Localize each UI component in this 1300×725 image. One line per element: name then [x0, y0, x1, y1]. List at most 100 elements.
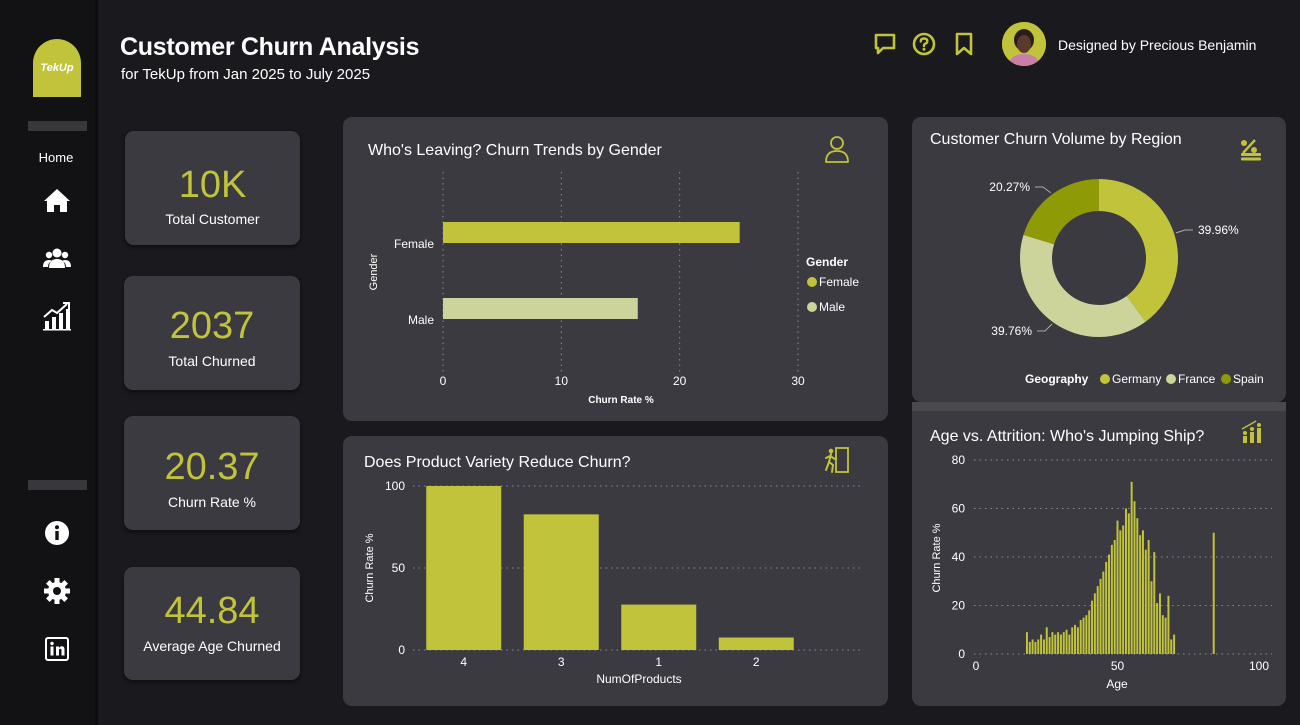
legend-label: Male [819, 300, 845, 314]
y-axis-label: Gender [368, 253, 380, 290]
legend-label: Germany [1112, 372, 1161, 386]
bar-age-60 [1144, 549, 1147, 654]
bar-age-57 [1136, 518, 1139, 654]
age-attrition-panel: Age vs. Attrition: Who's Jumping Ship? 0… [912, 411, 1286, 706]
slice-germany [1099, 179, 1178, 322]
bookmark-icon[interactable] [952, 32, 976, 56]
legend-marker [807, 302, 817, 312]
bar-age-46 [1105, 561, 1108, 654]
x-tick-label: 2 [753, 655, 760, 669]
info-icon[interactable] [40, 516, 74, 550]
designer-credit: Designed by Precious Benjamin [1058, 37, 1257, 53]
slice-france [1020, 234, 1146, 337]
bar-age-52 [1122, 525, 1125, 654]
x-tick-label: 50 [1111, 659, 1125, 673]
bar-age-54 [1127, 513, 1130, 654]
kpi-card-churn-rate: 20.37 Churn Rate % [124, 416, 300, 530]
bar-age-49 [1113, 540, 1116, 654]
legend-title: Gender [806, 255, 848, 269]
bar-age-70 [1173, 634, 1176, 654]
bar-age-38 [1082, 617, 1085, 654]
data-label: 39.76% [991, 324, 1032, 338]
bar-age-69 [1170, 639, 1173, 654]
bar-female [443, 222, 740, 243]
bar-age-24 [1042, 639, 1045, 654]
bar-age-19 [1028, 641, 1031, 654]
bar-age-33 [1068, 634, 1071, 654]
legend-title: Geography [1025, 372, 1089, 386]
bar-age-27 [1051, 632, 1054, 654]
legend-marker [807, 277, 817, 287]
home-icon[interactable] [40, 183, 74, 217]
bar-age-53 [1124, 508, 1127, 654]
kpi-label: Total Customer [165, 211, 260, 227]
product-churn-panel: Does Product Variety Reduce Churn? 0 50 10… [343, 436, 888, 706]
bar-age-55 [1130, 481, 1133, 654]
x-tick-label: 10 [555, 374, 569, 388]
y-tick-label: Female [394, 237, 434, 251]
bar-age-59 [1141, 530, 1144, 654]
bar-age-20 [1031, 639, 1034, 654]
bar-age-45 [1102, 571, 1105, 654]
legend-label: Spain [1233, 372, 1264, 386]
tekup-logo: TekUp [33, 39, 81, 97]
bar-age-63 [1153, 552, 1156, 654]
bar-age-43 [1096, 586, 1099, 654]
product-bar-chart: 0 50 100 4 3 1 2 NumOfProducts Churn Rate % [364, 479, 863, 686]
bar-age-39 [1085, 615, 1088, 654]
bar-products-4 [426, 486, 502, 650]
kpi-label: Average Age Churned [143, 638, 281, 654]
bar-products-3 [523, 514, 599, 650]
bar-age-32 [1065, 629, 1068, 654]
legend-marker [1221, 374, 1231, 384]
comment-icon[interactable] [873, 32, 897, 56]
bar-age-67 [1164, 617, 1167, 654]
page-subtitle: for TekUp from Jan 2025 to July 2025 [121, 66, 371, 83]
bar-age-48 [1110, 544, 1113, 654]
panel-divider [912, 402, 1286, 411]
bar-age-36 [1076, 627, 1079, 654]
kpi-card-average-age-churned: 44.84 Average Age Churned [124, 567, 300, 680]
y-tick-label: 0 [398, 643, 405, 657]
sidebar-separator-bottom [28, 480, 87, 490]
y-tick-label: 50 [392, 561, 406, 575]
x-tick-label: 4 [460, 655, 467, 669]
x-tick-label: 3 [558, 655, 565, 669]
bar-age-21 [1034, 641, 1037, 654]
slice-spain [1023, 179, 1099, 245]
kpi-value: 44.84 [164, 590, 260, 632]
analytics-icon[interactable] [40, 299, 74, 333]
bar-age-28 [1054, 634, 1057, 654]
bar-age-66 [1161, 615, 1164, 654]
bar-age-30 [1059, 634, 1062, 654]
bar-products-2 [718, 637, 794, 650]
y-tick-label: 60 [952, 502, 966, 516]
y-axis-label: Churn Rate % [364, 533, 376, 602]
bar-age-26 [1048, 637, 1051, 654]
y-tick-label: 20 [952, 599, 966, 613]
leader-line [1175, 229, 1193, 234]
bar-age-29 [1057, 632, 1060, 654]
x-tick-label: 1 [655, 655, 662, 669]
bar-age-84 [1212, 532, 1215, 654]
bar-age-51 [1119, 530, 1122, 654]
bar-age-61 [1147, 540, 1150, 654]
x-tick-label: 20 [673, 374, 687, 388]
bar-age-65 [1158, 593, 1161, 654]
bar-age-34 [1071, 627, 1074, 654]
settings-gear-icon[interactable] [40, 574, 74, 608]
linkedin-icon[interactable] [40, 632, 74, 666]
help-icon[interactable] [912, 32, 936, 56]
bar-age-41 [1091, 600, 1094, 654]
bar-age-44 [1099, 578, 1102, 654]
region-donut-chart: 39.96% 39.76% 20.27% Geography Germany France… [989, 179, 1264, 386]
bar-products-1 [621, 604, 697, 650]
kpi-label: Churn Rate % [168, 494, 256, 510]
gender-churn-panel: Who's Leaving? Churn Trends by Gender 01… [343, 117, 888, 421]
customers-icon[interactable] [40, 241, 74, 275]
bar-age-22 [1037, 639, 1040, 654]
bar-age-18 [1025, 632, 1028, 654]
bar-age-68 [1167, 595, 1170, 654]
avatar [1002, 22, 1046, 66]
bar-age-23 [1040, 634, 1043, 654]
